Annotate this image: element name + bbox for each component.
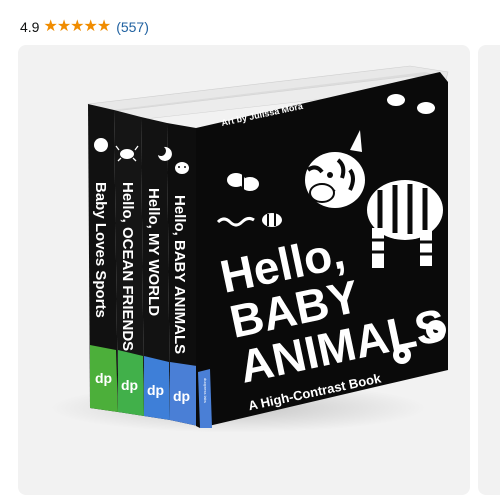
baby-face-icon: [94, 138, 108, 152]
animal-icon: [175, 162, 189, 174]
bee-icon: [262, 213, 282, 227]
spine-logo-3: dp: [147, 382, 164, 398]
spine-logo-1: dp: [95, 370, 112, 386]
spine-logo-4: dp: [173, 388, 190, 404]
spine-title-2: Hello, OCEAN FRIENDS: [119, 182, 136, 351]
spine-logo-2: dp: [121, 377, 138, 393]
spine-title-1: Baby Loves Sports: [92, 182, 109, 318]
book-set-image: Baby Loves Sports Hello, OCEAN FRIENDS H…: [87, 65, 451, 428]
cover-publisher: duopress labs: [203, 378, 208, 403]
spine-title-4: Hello, BABY ANIMALS: [171, 195, 188, 354]
spine-title-3: Hello, MY WORLD: [145, 188, 162, 316]
